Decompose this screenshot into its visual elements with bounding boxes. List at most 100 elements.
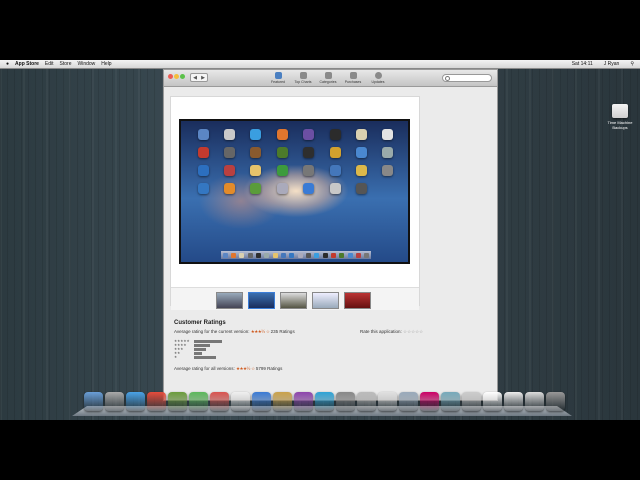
minimize-button[interactable] (174, 74, 179, 79)
current-rating-stars: ★★★½ (250, 329, 265, 334)
apple-menu-icon[interactable]: ● (6, 61, 9, 67)
tab-top-charts[interactable]: Top Charts (291, 72, 315, 85)
clock[interactable]: Sat 14:11 (572, 61, 593, 67)
current-rating-count: 235 Ratings (270, 329, 295, 334)
launchpad-app-icon (197, 183, 209, 194)
dock-app-icon[interactable] (420, 392, 439, 411)
tab-top-charts-label: Top Charts (294, 80, 312, 84)
histogram-row: ★ (174, 355, 244, 359)
tab-categories[interactable]: Categories (316, 72, 340, 85)
current-rating-empty-star: ☆ (265, 329, 270, 334)
launchpad-app-icon (197, 129, 209, 140)
desktop: ● App Store Edit Store Window Help Sat 1… (0, 60, 640, 420)
launchpad-wallpaper (181, 121, 408, 262)
dock-app-icon[interactable] (336, 392, 355, 411)
current-version-rating: Average rating for the current version: … (174, 329, 295, 335)
spotlight-icon[interactable]: ⚲ (630, 61, 634, 67)
launchpad-app-icon (355, 129, 367, 140)
dock-icons (84, 392, 565, 411)
screenshot-dock-icon (289, 252, 295, 258)
all-versions-rating: Average rating for all versions: ★★★½ ☆ … (174, 366, 282, 372)
dock-app-icon[interactable] (126, 392, 145, 411)
dock-app-icon[interactable] (84, 392, 103, 411)
screenshot-dock-icon (255, 252, 261, 258)
screenshot-dock-icon (272, 252, 278, 258)
screenshot-dock (221, 251, 371, 259)
screenshot-dock-icon (230, 252, 236, 258)
dock-app-icon[interactable] (399, 392, 418, 411)
close-button[interactable] (168, 74, 173, 79)
screenshot-dock-icon (355, 252, 361, 258)
ratings-title: Customer Ratings (174, 320, 226, 326)
all-rating-count: 5799 Ratings (255, 366, 283, 371)
launchpad-app-icon (329, 165, 341, 176)
dock-app-icon[interactable] (273, 392, 292, 411)
menu-window[interactable]: Window (78, 61, 96, 67)
screenshot-dock-icon (264, 252, 270, 258)
launchpad-app-icon (329, 183, 341, 194)
thumbnail-1[interactable] (216, 292, 243, 309)
forward-icon[interactable]: ▶ (201, 75, 205, 81)
screenshot-dock-icon (239, 252, 245, 258)
dock-app-icon[interactable] (483, 392, 502, 411)
launchpad-app-icon (355, 165, 367, 176)
dock-app-icon[interactable] (189, 392, 208, 411)
dock-app-icon[interactable] (504, 392, 523, 411)
menu-store[interactable]: Store (60, 61, 72, 67)
dock-app-icon[interactable] (294, 392, 313, 411)
back-forward-buttons[interactable]: ◀ ▶ (190, 73, 208, 82)
dock-app-icon[interactable] (525, 392, 544, 411)
dock-app-icon[interactable] (441, 392, 460, 411)
launchpad-app-icon (276, 147, 288, 158)
desktop-icon-time-machine[interactable]: Time Machine Backups (606, 104, 634, 130)
search-input[interactable] (442, 74, 492, 82)
dock-app-icon[interactable] (378, 392, 397, 411)
star-icon (299, 72, 307, 79)
launchpad-app-icon (303, 129, 315, 140)
screenshot-thumbnails (171, 287, 419, 310)
dock-app-icon[interactable] (546, 392, 565, 411)
thumbnail-4[interactable] (312, 292, 339, 309)
menu-app-name[interactable]: App Store (15, 61, 39, 67)
dock-app-icon[interactable] (252, 392, 271, 411)
launchpad-app-icon (250, 129, 262, 140)
thumbnail-2[interactable] (248, 292, 275, 309)
launchpad-app-icon (382, 129, 394, 140)
dock-app-icon[interactable] (231, 392, 250, 411)
menu-edit[interactable]: Edit (45, 61, 54, 67)
app-screenshot[interactable] (179, 119, 410, 264)
screenshot-dock-icon (280, 252, 286, 258)
back-icon[interactable]: ◀ (193, 75, 197, 81)
purchases-icon (349, 72, 357, 79)
screenshot-dock-icon (330, 252, 336, 258)
tab-updates[interactable]: Updates (366, 72, 390, 85)
launchpad-app-icon (276, 183, 288, 194)
dock-app-icon[interactable] (315, 392, 334, 411)
dock-app-icon[interactable] (168, 392, 187, 411)
current-rating-label: Average rating for the current version: (174, 329, 250, 334)
launchpad-app-icon (303, 147, 315, 158)
all-rating-stars: ★★★½ (235, 366, 250, 371)
tab-featured[interactable]: Featured (266, 72, 290, 85)
thumbnail-5[interactable] (344, 292, 371, 309)
launchpad-app-icon (276, 165, 288, 176)
dock-app-icon[interactable] (357, 392, 376, 411)
launchpad-app-icon (329, 129, 341, 140)
dock-app-icon[interactable] (210, 392, 229, 411)
thumbnail-3[interactable] (280, 292, 307, 309)
launchpad-app-icon (250, 183, 262, 194)
rate-stars[interactable]: ☆☆☆☆☆ (403, 329, 423, 334)
user-name[interactable]: J Ryan (604, 61, 620, 67)
dock-app-icon[interactable] (105, 392, 124, 411)
tab-purchases[interactable]: Purchases (341, 72, 365, 85)
menu-help[interactable]: Help (101, 61, 111, 67)
launchpad-app-icon (197, 147, 209, 158)
customer-ratings: Customer Ratings Average rating for the … (174, 320, 444, 371)
dock-app-icon[interactable] (462, 392, 481, 411)
screenshot-dock-icon (339, 252, 345, 258)
launchpad-app-icon (224, 165, 236, 176)
launchpad-app-icon (303, 183, 315, 194)
screenshot-panel (170, 96, 420, 310)
zoom-button[interactable] (180, 74, 185, 79)
dock-app-icon[interactable] (147, 392, 166, 411)
